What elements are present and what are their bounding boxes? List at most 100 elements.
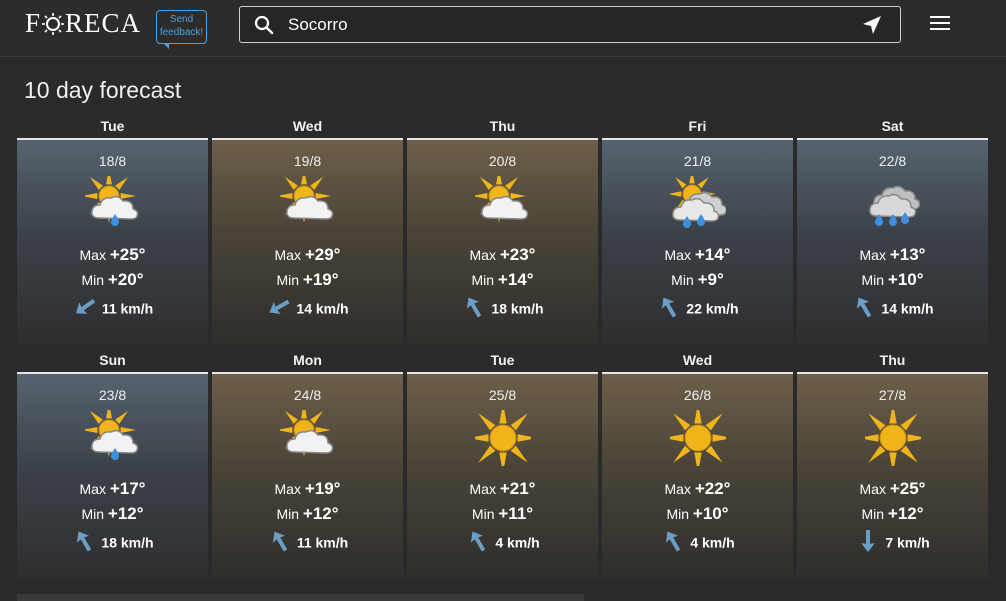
- temp-max-value: +13°: [889, 245, 926, 264]
- day-body: 25/8 Max +21° Min +11° 4 km/h: [407, 374, 598, 579]
- day-body: 24/8 Max +19° Min +12° 11 km/h: [212, 374, 403, 579]
- day-name: Fri: [602, 112, 793, 140]
- wind-direction-arrow-icon: [861, 530, 876, 552]
- temp-max-value: +23°: [499, 245, 536, 264]
- forecast-day-card[interactable]: Tue 25/8 Max +21° Min +11° 4 km/h: [407, 346, 598, 579]
- partly-cloudy-showers-icon: [670, 176, 726, 228]
- sun-icon: [670, 410, 726, 466]
- wind-speed: 11 km/h: [212, 531, 403, 554]
- day-name: Sun: [17, 346, 208, 374]
- temp-min: Min +14°: [407, 270, 598, 290]
- wind-direction-arrow-icon: [662, 297, 677, 318]
- temp-min: Min +9°: [602, 270, 793, 290]
- search-icon[interactable]: [254, 15, 274, 35]
- forecast-day-card[interactable]: Thu 20/8 Max +23° Min +14° 18 km/h: [407, 112, 598, 345]
- temp-max-value: +25°: [109, 245, 146, 264]
- temp-max: Max +17°: [17, 479, 208, 499]
- logo-text-end: RECA: [65, 8, 142, 38]
- day-date: 25/8: [488, 387, 517, 403]
- location-arrow-icon[interactable]: [862, 15, 882, 35]
- partly-cloudy-rain-icon: [85, 176, 139, 226]
- wind-speed-value: 14 km/h: [296, 300, 349, 317]
- temp-min-label: Min: [666, 506, 690, 522]
- forecast-day-card[interactable]: Sat 22/8 Max +13° Min +10° 14 km/h: [797, 112, 988, 345]
- temp-min: Min +12°: [797, 504, 988, 524]
- wind-speed: 7 km/h: [797, 530, 988, 554]
- wind-speed: 18 km/h: [407, 297, 598, 320]
- search-box[interactable]: [239, 6, 901, 43]
- feedback-line1: Send: [169, 14, 194, 25]
- temp-max: Max +29°: [212, 245, 403, 265]
- day-name: Thu: [407, 112, 598, 140]
- day-body: 21/8 Max +14° Min +9° 22 km/h: [602, 140, 793, 345]
- sun-icon: [475, 410, 531, 466]
- temp-min-value: +19°: [302, 270, 339, 289]
- wind-speed-value: 14 km/h: [881, 300, 934, 317]
- temp-max-label: Max: [274, 481, 301, 497]
- temp-min: Min +12°: [17, 504, 208, 524]
- day-body: 19/8 Max +29° Min +19° 14 km/h: [212, 140, 403, 345]
- day-date: 22/8: [878, 153, 907, 169]
- day-date: 19/8: [293, 153, 322, 169]
- day-body: 20/8 Max +23° Min +14° 18 km/h: [407, 140, 598, 345]
- hamburger-menu-icon[interactable]: [930, 16, 950, 32]
- foreca-logo[interactable]: F RECA: [25, 8, 141, 39]
- temp-min-label: Min: [81, 272, 105, 288]
- day-body: 23/8 Max +17° Min +12° 18 km/h: [17, 374, 208, 579]
- temp-max-label: Max: [469, 481, 496, 497]
- forecast-day-card[interactable]: Fri 21/8 Max +14° Min +9° 22 km/h: [602, 112, 793, 345]
- forecast-day-card[interactable]: Wed 26/8 Max +22° Min +10° 4 km/h: [602, 346, 793, 579]
- temp-max-label: Max: [469, 247, 496, 263]
- temp-min-label: Min: [861, 506, 885, 522]
- temp-min-value: +14°: [497, 270, 534, 289]
- cloudy-rain-icon: [869, 185, 921, 226]
- search-input[interactable]: [288, 12, 848, 38]
- top-header: F RECA Send feedback!: [0, 0, 1006, 57]
- temp-min-value: +12°: [302, 504, 339, 523]
- day-body: 26/8 Max +22° Min +10° 4 km/h: [602, 374, 793, 579]
- partly-cloudy-icon: [280, 176, 334, 223]
- day-date: 27/8: [878, 387, 907, 403]
- temp-min-value: +10°: [692, 504, 729, 523]
- wind-speed-value: 11 km/h: [296, 534, 349, 551]
- wind-direction-arrow-icon: [75, 299, 95, 314]
- temp-min: Min +19°: [212, 270, 403, 290]
- temp-max-value: +19°: [304, 479, 341, 498]
- temp-min: Min +12°: [212, 504, 403, 524]
- logo-sun-icon: [42, 12, 65, 35]
- wind-speed: 14 km/h: [797, 297, 988, 320]
- temp-max-label: Max: [79, 247, 106, 263]
- day-date: 23/8: [98, 387, 127, 403]
- wind-speed: 18 km/h: [17, 531, 208, 554]
- forecast-day-card[interactable]: Wed 19/8 Max +29° Min +19° 14 km/h: [212, 112, 403, 345]
- forecast-day-card[interactable]: Tue 18/8 Max +25° Min +20° 11 km/h: [17, 112, 208, 345]
- partly-cloudy-icon: [280, 410, 334, 457]
- wind-speed-value: 22 km/h: [686, 300, 739, 317]
- temp-min-label: Min: [276, 506, 300, 522]
- temp-min-label: Min: [861, 272, 885, 288]
- temp-min-label: Min: [471, 506, 495, 522]
- day-name: Mon: [212, 346, 403, 374]
- partly-cloudy-rain-icon: [85, 410, 139, 460]
- wind-speed: 11 km/h: [17, 299, 208, 320]
- temp-min-label: Min: [276, 272, 300, 288]
- send-feedback-button[interactable]: Send feedback!: [156, 10, 207, 49]
- temp-max: Max +14°: [602, 245, 793, 265]
- temp-max-label: Max: [664, 247, 691, 263]
- day-name: Wed: [602, 346, 793, 374]
- temp-max-value: +21°: [499, 479, 536, 498]
- wind-direction-arrow-icon: [857, 297, 872, 318]
- day-name: Wed: [212, 112, 403, 140]
- wind-speed: 22 km/h: [602, 297, 793, 320]
- forecast-day-card[interactable]: Thu 27/8 Max +25° Min +12° 7 km/h: [797, 346, 988, 579]
- forecast-day-card[interactable]: Sun 23/8 Max +17° Min +12° 18 km/h: [17, 346, 208, 579]
- day-date: 18/8: [98, 153, 127, 169]
- temp-min-value: +20°: [107, 270, 144, 289]
- wind-direction-arrow-icon: [269, 299, 290, 315]
- temp-max-label: Max: [859, 247, 886, 263]
- day-body: 27/8 Max +25° Min +12° 7 km/h: [797, 374, 988, 579]
- temp-min-value: +12°: [107, 504, 144, 523]
- wind-speed-value: 18 km/h: [101, 534, 154, 551]
- temp-max: Max +13°: [797, 245, 988, 265]
- forecast-day-card[interactable]: Mon 24/8 Max +19° Min +12° 11 km/h: [212, 346, 403, 579]
